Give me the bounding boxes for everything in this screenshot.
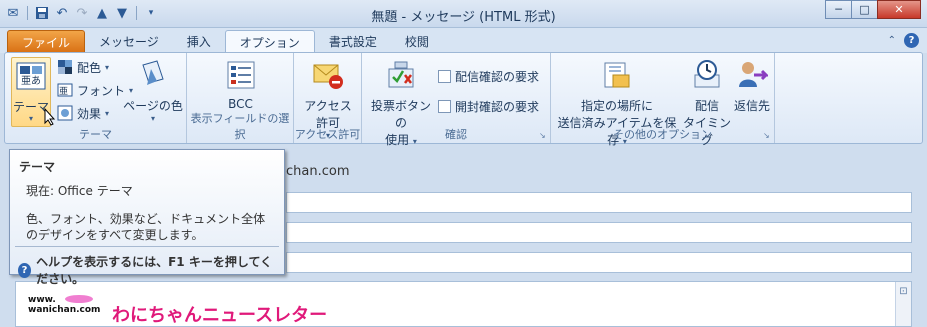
tab-row-right: ⌃ ? — [888, 33, 919, 48]
group-themes: 亜あ テーマ ▾ 配色 ▾ 亜 フォント ▾ 効果 ▾ ページの色 ▾ テーマ — [5, 53, 187, 143]
tab-format[interactable]: 書式設定 — [315, 30, 391, 53]
message-body[interactable]: www. wanichan.com わにちゃんニュースレター ⊡ — [15, 281, 912, 327]
title-bar: ✉ ↶ ↷ ▲ ▼ ▾ 無題 - メッセージ (HTML 形式) ─ □ ✕ — [0, 0, 927, 28]
direct-replies-icon — [739, 62, 770, 87]
minimize-button[interactable]: ─ — [825, 0, 852, 19]
checkbox-icon[interactable] — [438, 99, 451, 113]
logo-line-2: wanichan.com — [28, 305, 101, 315]
group-label-tracking: 確認 — [445, 128, 467, 141]
bcc-icon — [227, 61, 254, 89]
newsletter-title: わにちゃんニュースレター — [112, 305, 328, 326]
ribbon-tabs: ファイル メッセージ 挿入 オプション 書式設定 校閲 — [7, 30, 443, 53]
tooltip-current-theme: 現在: Office テーマ — [26, 184, 133, 198]
tab-insert[interactable]: 挿入 — [173, 30, 225, 53]
tab-review[interactable]: 校閲 — [391, 30, 443, 53]
chevron-down-icon: ▾ — [105, 108, 110, 118]
chevron-down-icon: ▾ — [105, 62, 110, 72]
voting-icon — [388, 61, 414, 88]
svg-text:亜: 亜 — [59, 86, 68, 97]
crocodile-icon — [65, 295, 93, 303]
ruler-icon[interactable]: ⊡ — [896, 286, 911, 297]
fonts-label: フォント — [77, 83, 126, 98]
effects-label: 効果 — [77, 106, 102, 121]
subject-field[interactable] — [286, 252, 912, 273]
page-color-icon — [142, 60, 164, 85]
close-button[interactable]: ✕ — [877, 0, 921, 19]
page-color-button[interactable]: ページの色 ▾ — [123, 59, 183, 123]
wanichan-logo: www. wanichan.com — [28, 295, 100, 315]
group-show-fields: BCC 表示フィールドの選択 — [187, 53, 294, 143]
from-address: chan.com — [286, 164, 350, 179]
svg-text:亜あ: 亜あ — [21, 75, 41, 87]
direct-replies-label: 返信先 — [733, 99, 770, 113]
maximize-button[interactable]: □ — [851, 0, 878, 19]
tooltip-description: 色、フォント、効果など、ドキュメント全体のデザインをすべて変更します。 — [26, 212, 266, 242]
colors-icon — [58, 60, 72, 74]
save-sent-icon — [604, 62, 630, 88]
delay-delivery-label-1: 配信 — [694, 99, 719, 113]
checkbox-icon[interactable] — [438, 69, 451, 83]
group-permission: アクセス 許可 ▾ アクセス許可 — [294, 53, 362, 143]
ribbon: 亜あ テーマ ▾ 配色 ▾ 亜 フォント ▾ 効果 ▾ ページの色 ▾ テーマ BCC — [4, 52, 923, 147]
delivery-receipt-label: 配信確認の要求 — [455, 69, 540, 84]
permission-label-1: アクセス — [304, 99, 352, 113]
group-more-options: 指定の場所に 送信済みアイテムを保存 ▾ 配信 タイミング 返信先 その他のオプ… — [551, 53, 775, 147]
effects-icon — [57, 105, 73, 121]
read-receipt-checkbox[interactable]: 開封確認の要求 — [438, 97, 539, 115]
bcc-label: BCC — [228, 97, 253, 111]
save-sent-label-1: 指定の場所に — [580, 99, 653, 113]
bcc-button[interactable]: BCC — [213, 59, 268, 111]
mouse-cursor-icon — [44, 107, 56, 130]
window-controls: ─ □ ✕ — [825, 0, 921, 19]
fonts-icon: 亜 — [57, 83, 73, 97]
page-color-label: ページの色 — [123, 99, 183, 113]
group-label-more-options: その他のオプション — [613, 128, 712, 141]
direct-replies-button[interactable]: 返信先 — [733, 59, 771, 114]
tooltip-help: ? ヘルプを表示するには、F1 キーを押してください。 — [18, 253, 284, 287]
group-label-show-fields: 表示フィールドの選択 — [190, 112, 290, 141]
group-label-permission: アクセス許可 — [294, 128, 361, 141]
help-icon[interactable]: ? — [904, 33, 919, 48]
minimize-ribbon-icon[interactable]: ⌃ — [888, 35, 896, 46]
tooltip-divider — [15, 246, 279, 247]
chevron-down-icon: ▾ — [150, 114, 155, 123]
read-receipt-label: 開封確認の要求 — [455, 99, 540, 114]
delivery-receipt-checkbox[interactable]: 配信確認の要求 — [438, 67, 539, 85]
tab-file[interactable]: ファイル — [7, 30, 86, 53]
help-icon: ? — [18, 262, 32, 278]
tooltip-title: テーマ — [19, 160, 56, 174]
cc-field[interactable] — [286, 222, 912, 243]
vertical-scrollbar[interactable]: ⊡ — [895, 282, 911, 326]
tab-options[interactable]: オプション — [224, 30, 315, 53]
group-tracking: 投票ボタンの 使用 ▾ 配信確認の要求 開封確認の要求 確認 ↘ — [362, 53, 551, 147]
theme-tooltip: テーマ 現在: Office テーマ 色、フォント、効果など、ドキュメント全体の… — [9, 149, 285, 286]
window-title: 無題 - メッセージ (HTML 形式) — [371, 10, 556, 25]
fonts-button[interactable]: 亜 フォント ▾ — [57, 81, 133, 99]
permission-icon — [313, 64, 343, 89]
dialog-launcher-icon[interactable]: ↘ — [763, 132, 771, 140]
tooltip-help-text: ヘルプを表示するには、F1 キーを押してください。 — [36, 255, 273, 286]
clock-icon — [694, 60, 720, 88]
dialog-launcher-icon[interactable]: ↘ — [539, 132, 547, 140]
tab-message[interactable]: メッセージ — [85, 30, 173, 53]
colors-button[interactable]: 配色 ▾ — [57, 58, 109, 76]
theme-icon: 亜あ — [16, 62, 46, 90]
colors-label: 配色 — [77, 60, 102, 75]
to-field[interactable] — [286, 192, 912, 213]
group-label-themes: テーマ — [79, 128, 112, 141]
effects-button[interactable]: 効果 ▾ — [57, 104, 109, 122]
ribbon-tab-row: ファイル メッセージ 挿入 オプション 書式設定 校閲 ⌃ ? — [0, 28, 927, 53]
